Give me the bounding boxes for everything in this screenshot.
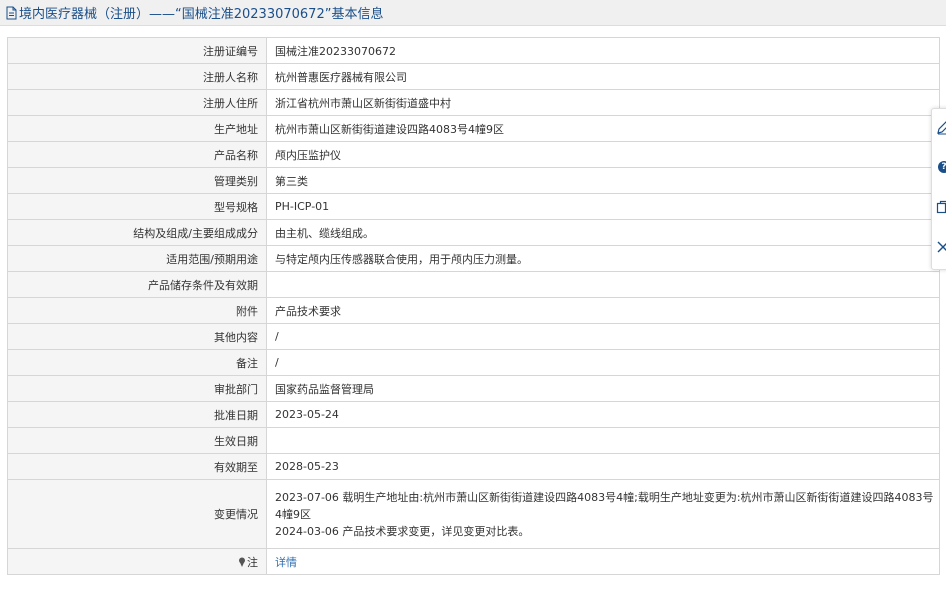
row-label: 其他内容 — [7, 323, 267, 350]
note-label-cell: 注 — [7, 548, 267, 575]
row-value: 2028-05-23 — [266, 453, 940, 480]
row-value: PH-ICP-01 — [266, 193, 940, 220]
close-icon[interactable] — [936, 240, 946, 254]
table-row: 注册人名称 杭州普惠医疗器械有限公司 — [7, 63, 940, 90]
row-value: 与特定颅内压传感器联合使用，用于颅内压力测量。 — [266, 245, 940, 272]
details-link[interactable]: 详情 — [275, 556, 297, 569]
edit-icon[interactable] — [936, 121, 946, 135]
info-table: 注册证编号 国械注准20233070672 注册人名称 杭州普惠医疗器械有限公司… — [7, 37, 940, 575]
table-row: 生效日期 — [7, 427, 940, 454]
row-label: 产品名称 — [7, 141, 267, 168]
table-row: 管理类别 第三类 — [7, 167, 940, 194]
table-row: 型号规格 PH-ICP-01 — [7, 193, 940, 220]
table-row: 产品名称 颅内压监护仪 — [7, 141, 940, 168]
table-row: 结构及组成/主要组成成分 由主机、缆线组成。 — [7, 219, 940, 246]
row-value: / — [266, 323, 940, 350]
row-label: 备注 — [7, 349, 267, 376]
table-row: 注册人住所 浙江省杭州市萧山区新街街道盛中村 — [7, 89, 940, 116]
row-label: 管理类别 — [7, 167, 267, 194]
row-label: 生效日期 — [7, 427, 267, 454]
table-row-changes: 变更情况 2023-07-06 载明生产地址由:杭州市萧山区新街街道建设四路40… — [7, 479, 940, 549]
row-value: 杭州普惠医疗器械有限公司 — [266, 63, 940, 90]
document-icon — [6, 6, 17, 19]
row-value: 由主机、缆线组成。 — [266, 219, 940, 246]
table-row: 备注 / — [7, 349, 940, 376]
row-value: / — [266, 349, 940, 376]
row-value: 产品技术要求 — [266, 297, 940, 324]
row-label: 适用范围/预期用途 — [7, 245, 267, 272]
row-label: 注册人名称 — [7, 63, 267, 90]
row-label: 生产地址 — [7, 115, 267, 142]
row-label: 变更情况 — [7, 479, 267, 549]
copy-icon[interactable] — [936, 200, 946, 214]
row-label: 批准日期 — [7, 401, 267, 428]
row-label: 结构及组成/主要组成成分 — [7, 219, 267, 246]
row-label: 有效期至 — [7, 453, 267, 480]
table-row: 批准日期 2023-05-24 — [7, 401, 940, 428]
changes-value: 2023-07-06 载明生产地址由:杭州市萧山区新街街道建设四路4083号4幢… — [266, 479, 940, 549]
table-row: 适用范围/预期用途 与特定颅内压传感器联合使用，用于颅内压力测量。 — [7, 245, 940, 272]
row-value: 第三类 — [266, 167, 940, 194]
table-row: 其他内容 / — [7, 323, 940, 350]
note-label: 注 — [247, 555, 258, 569]
table-row: 生产地址 杭州市萧山区新街街道建设四路4083号4幢9区 — [7, 115, 940, 142]
table-row-note: 注 详情 — [7, 548, 940, 575]
row-label: 注册人住所 — [7, 89, 267, 116]
row-value: 2023-05-24 — [266, 401, 940, 428]
row-label: 产品储存条件及有效期 — [7, 271, 267, 298]
row-label: 注册证编号 — [7, 37, 267, 64]
row-value: 杭州市萧山区新街街道建设四路4083号4幢9区 — [266, 115, 940, 142]
row-label: 附件 — [7, 297, 267, 324]
row-value: 颅内压监护仪 — [266, 141, 940, 168]
table-row: 注册证编号 国械注准20233070672 — [7, 37, 940, 64]
note-value: 详情 — [266, 548, 940, 575]
table-row: 审批部门 国家药品监督管理局 — [7, 375, 940, 402]
row-value — [266, 427, 940, 454]
table-row: 产品储存条件及有效期 — [7, 271, 940, 298]
page-header: 境内医疗器械（注册）——“国械注准20233070672”基本信息 — [0, 0, 946, 26]
row-label: 型号规格 — [7, 193, 267, 220]
table-row: 附件 产品技术要求 — [7, 297, 940, 324]
pin-icon — [239, 557, 245, 567]
row-label: 审批部门 — [7, 375, 267, 402]
change-entry: 2023-07-06 载明生产地址由:杭州市萧山区新街街道建设四路4083号4幢… — [275, 490, 934, 521]
help-icon[interactable]: ? — [938, 161, 946, 173]
row-value: 国械注准20233070672 — [266, 37, 940, 64]
change-entry: 2024-03-06 产品技术要求变更，详见变更对比表。 — [275, 524, 530, 538]
row-value: 浙江省杭州市萧山区新街街道盛中村 — [266, 89, 940, 116]
side-toolbar: ? — [931, 108, 946, 270]
page-title: 境内医疗器械（注册）——“国械注准20233070672”基本信息 — [19, 7, 384, 22]
table-row: 有效期至 2028-05-23 — [7, 453, 940, 480]
row-value — [266, 271, 940, 298]
row-value: 国家药品监督管理局 — [266, 375, 940, 402]
